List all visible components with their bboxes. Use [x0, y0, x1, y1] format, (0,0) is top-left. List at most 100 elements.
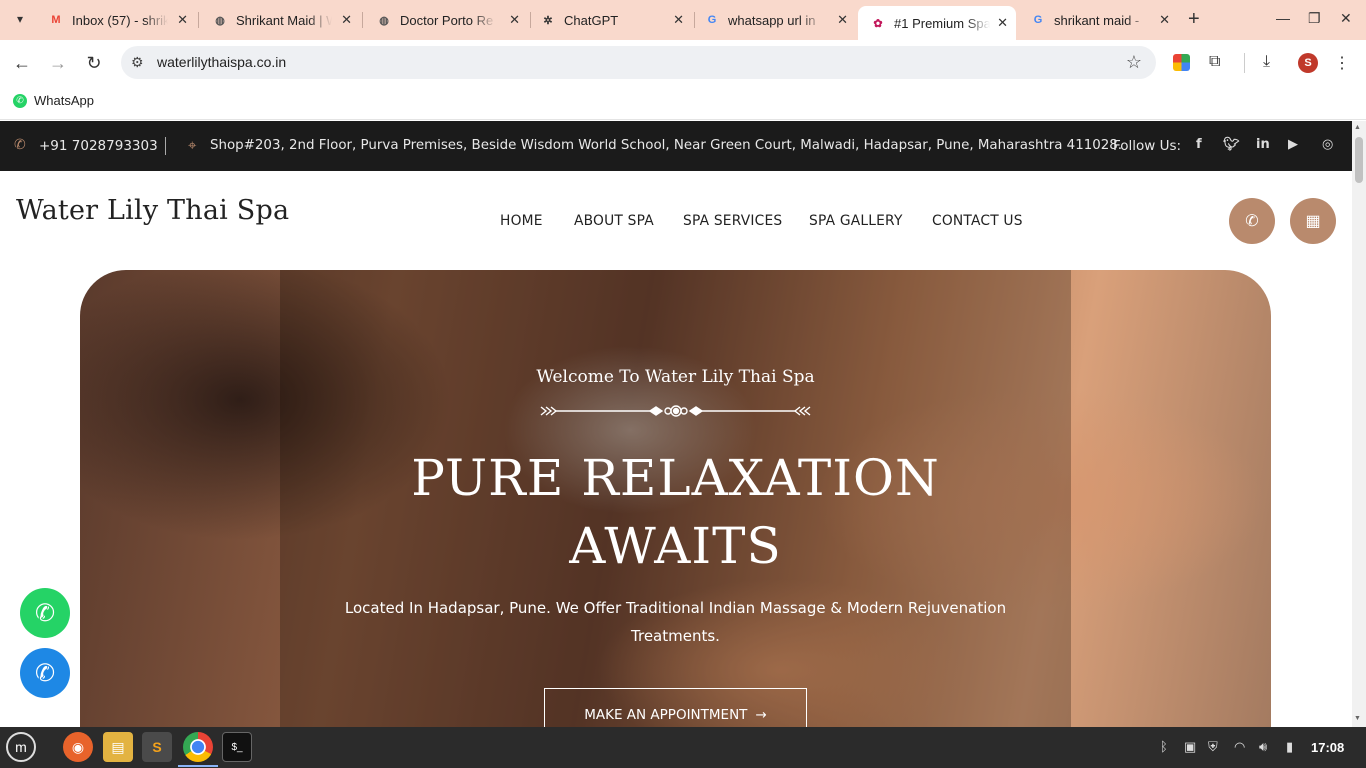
twitter-icon[interactable]: 🐦︎	[1223, 137, 1240, 152]
bookmark-whatsapp[interactable]: ✆ WhatsApp	[13, 93, 94, 108]
close-window-icon[interactable]: ✕	[1340, 10, 1352, 27]
clock[interactable]: 17:08	[1311, 740, 1344, 755]
instagram-icon[interactable]: ◎	[1322, 137, 1333, 152]
address-bar[interactable]: ⚙ waterlilythaispa.co.in ☆	[121, 46, 1156, 79]
site-logo[interactable]: Water Lily Thai Spa	[16, 195, 289, 226]
back-icon[interactable]: ←	[10, 52, 34, 74]
url-text[interactable]: waterlilythaispa.co.in	[157, 54, 286, 70]
nav-about-spa[interactable]: ABOUT SPA	[574, 213, 654, 229]
make-appointment-button[interactable]: MAKE AN APPOINTMENT →	[544, 688, 807, 727]
topbar-phone[interactable]: +91 7028793303	[39, 138, 158, 154]
call-float-button[interactable]: ✆	[20, 648, 70, 698]
location-pin-icon: ⌖	[188, 136, 197, 154]
extensions-icon[interactable]: ⧉	[1209, 53, 1220, 71]
profile-avatar[interactable]: S	[1298, 53, 1318, 73]
sublime-icon[interactable]: S	[142, 732, 172, 762]
forward-icon[interactable]: →	[46, 52, 70, 74]
mint-menu-icon[interactable]: m	[6, 732, 36, 762]
close-icon[interactable]: ✕	[509, 12, 520, 28]
volume-icon[interactable]: 🔊︎	[1259, 739, 1267, 755]
tab-title: Inbox (57) - shrikant	[72, 12, 168, 28]
tab-strip: ▾ M Inbox (57) - shrikant ✕ ◍ Shrikant M…	[0, 0, 1366, 40]
hero-welcome: Welcome To Water Lily Thai Spa	[536, 367, 815, 387]
firefox-icon[interactable]: ◉	[63, 732, 93, 762]
chatgpt-icon: ✲	[543, 14, 553, 27]
shield-icon[interactable]: ⛨	[1208, 739, 1218, 755]
close-icon[interactable]: ✕	[837, 12, 848, 28]
tab-title: whatsapp url in	[728, 12, 816, 28]
battery-icon[interactable]: ▮	[1286, 739, 1293, 755]
clipboard-icon[interactable]: ▣	[1184, 739, 1196, 755]
tab-doctor-porto[interactable]: ◍ Doctor Porto Re ✕	[364, 6, 528, 34]
close-icon[interactable]: ✕	[341, 12, 352, 28]
tab-title: #1 Premium Spa	[894, 15, 990, 31]
new-tab-button[interactable]: +	[1188, 9, 1200, 29]
minimize-icon[interactable]: —	[1276, 10, 1290, 26]
topbar-divider	[165, 137, 166, 155]
hero-banner: Welcome To Water Lily Thai Spa PURE RELA…	[80, 270, 1271, 727]
bluetooth-icon[interactable]: ᛒ	[1160, 739, 1168, 754]
restore-icon[interactable]: ❐	[1308, 10, 1321, 27]
terminal-icon[interactable]: $_	[222, 732, 252, 762]
cta-label: MAKE AN APPOINTMENT	[584, 706, 748, 723]
close-icon[interactable]: ✕	[997, 15, 1008, 31]
tab-title: ChatGPT	[564, 12, 619, 28]
hero-headline: PURE RELAXATION AWAITS	[80, 444, 1271, 580]
bookmark-label: WhatsApp	[34, 93, 94, 108]
tab-shrikant-maid-search[interactable]: G shrikant maid - ✕	[1018, 6, 1178, 34]
hero-headline-line1: PURE RELAXATION	[411, 449, 940, 507]
site-info-icon[interactable]: ⚙	[131, 54, 144, 71]
tab-separator	[198, 12, 199, 28]
toolbar-divider	[1244, 53, 1245, 73]
nav-contact-us[interactable]: CONTACT US	[932, 213, 1023, 229]
google-icon: G	[1033, 14, 1043, 26]
reload-icon[interactable]: ↻	[82, 52, 106, 74]
google-icon: G	[707, 14, 717, 26]
facebook-icon[interactable]: f	[1196, 137, 1202, 152]
nav-spa-services[interactable]: SPA SERVICES	[683, 213, 782, 229]
chevron-down-icon: ▾	[16, 12, 24, 26]
files-icon[interactable]: ▤	[103, 732, 133, 762]
linkedin-icon[interactable]: in	[1256, 137, 1270, 152]
wifi-icon[interactable]: ◠	[1234, 739, 1245, 755]
scroll-down-icon[interactable]: ▼	[1354, 715, 1361, 722]
globe-icon: ◍	[215, 14, 225, 27]
tab-premium-spa[interactable]: ✿ #1 Premium Spa ✕	[858, 6, 1016, 40]
page-scrollbar[interactable]: ▲ ▼	[1352, 121, 1366, 727]
tab-shrikant-maid[interactable]: ◍ Shrikant Maid | Web ✕	[200, 6, 360, 34]
grid-icon: ▦	[1305, 213, 1321, 230]
close-icon[interactable]: ✕	[1159, 12, 1170, 28]
download-icon[interactable]: ⤓	[1263, 53, 1270, 71]
bookmark-star-icon[interactable]: ☆	[1126, 52, 1142, 73]
whatsapp-float-button[interactable]: ✆	[20, 588, 70, 638]
bookmarks-bar: ✆ WhatsApp	[0, 86, 1366, 120]
header-call-button[interactable]: ✆	[1229, 198, 1275, 244]
tab-title: shrikant maid -	[1054, 12, 1140, 28]
gmail-icon: M	[51, 14, 61, 26]
tab-title: Doctor Porto Re	[400, 12, 494, 28]
extension-icon[interactable]	[1173, 54, 1190, 71]
close-icon[interactable]: ✕	[673, 12, 684, 28]
whatsapp-icon: ✆	[13, 93, 27, 108]
nav-home[interactable]: HOME	[500, 213, 543, 229]
chrome-icon[interactable]	[178, 732, 218, 767]
tab-gmail[interactable]: M Inbox (57) - shrikant ✕	[36, 6, 196, 34]
close-icon[interactable]: ✕	[177, 12, 188, 28]
nav-spa-gallery[interactable]: SPA GALLERY	[809, 213, 903, 229]
top-info-bar: ✆ +91 7028793303 ⌖ Shop#203, 2nd Floor, …	[0, 121, 1352, 171]
tab-search-button[interactable]: ▾	[8, 7, 32, 31]
divider-ornament-icon	[540, 405, 811, 417]
lotus-icon: ✿	[873, 17, 883, 30]
tab-chatgpt[interactable]: ✲ ChatGPT ✕	[528, 6, 692, 34]
os-taskbar: m ◉ ▤ S $_ ᛒ ▣ ⛨ ◠ 🔊︎ ▮ 17:08	[0, 727, 1366, 768]
header-grid-menu-button[interactable]: ▦	[1290, 198, 1336, 244]
tab-whatsapp-url[interactable]: G whatsapp url in ✕	[692, 6, 856, 34]
scroll-up-icon[interactable]: ▲	[1354, 124, 1361, 131]
hero-subtext: Located In Hadapsar, Pune. We Offer Trad…	[344, 599, 1007, 645]
scrollbar-thumb[interactable]	[1355, 137, 1363, 183]
hero-headline-line2: AWAITS	[569, 517, 782, 575]
follow-label: Follow Us:	[1113, 138, 1182, 154]
tab-separator	[362, 12, 363, 28]
menu-icon[interactable]: ⋮	[1334, 53, 1350, 73]
youtube-icon[interactable]: ▶	[1288, 137, 1298, 152]
